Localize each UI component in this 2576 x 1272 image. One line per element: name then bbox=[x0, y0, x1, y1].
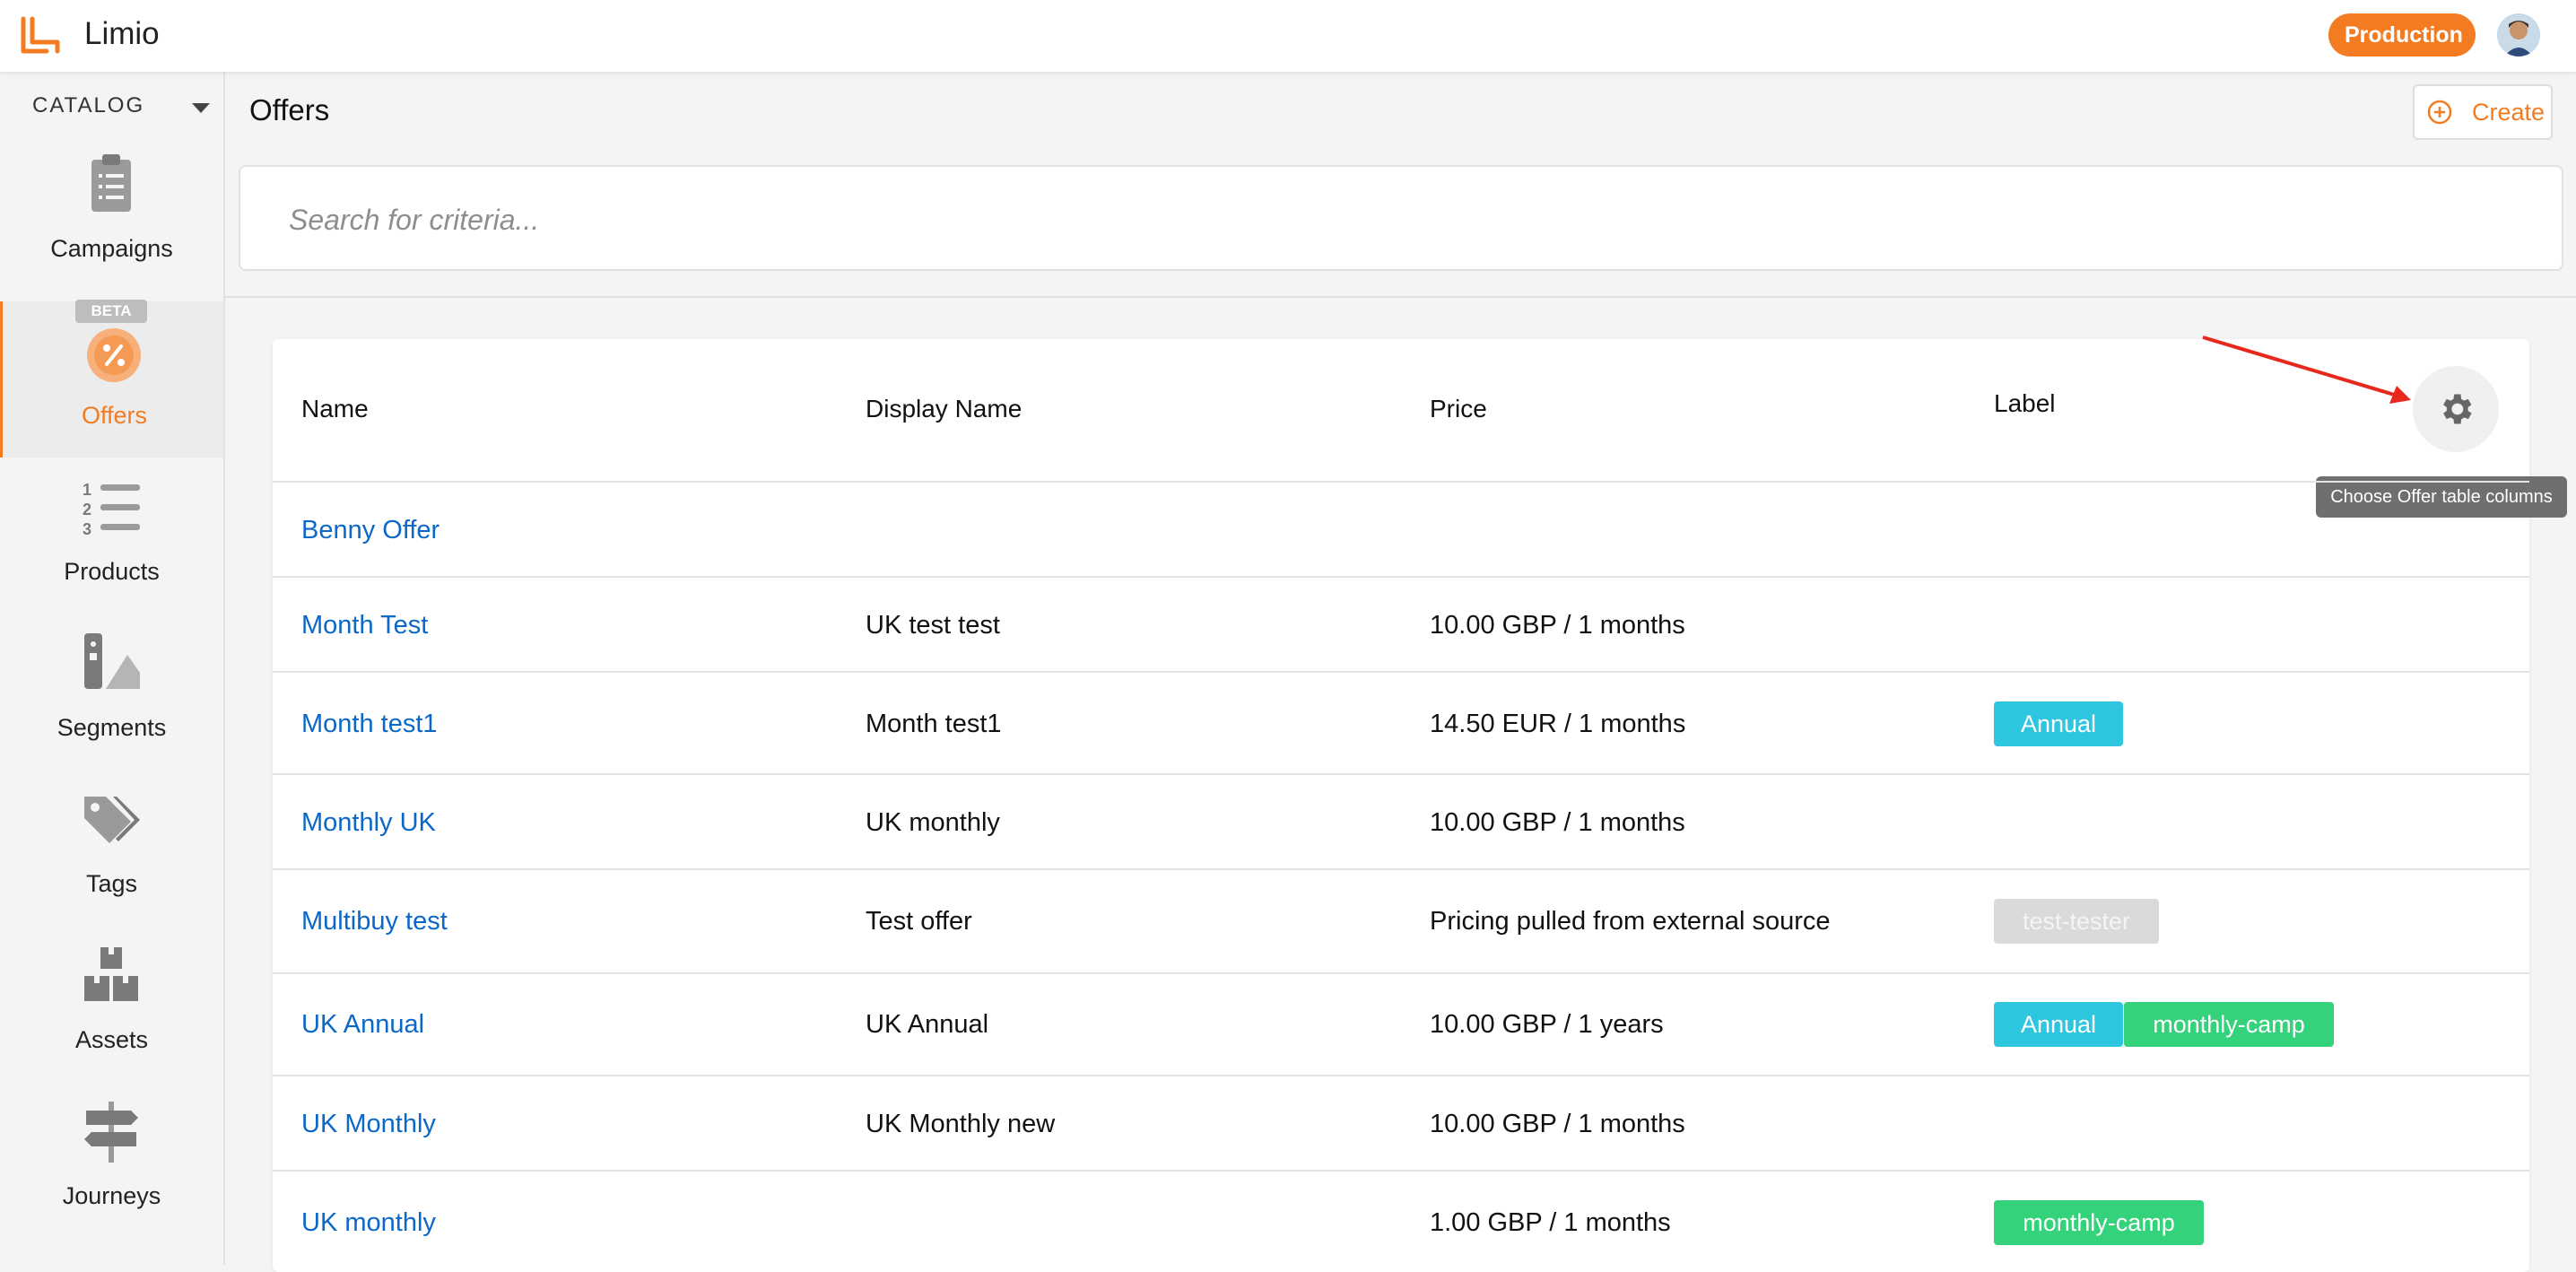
offer-display-name: UK test test bbox=[866, 611, 1000, 640]
offer-price: 10.00 GBP / 1 months bbox=[1430, 1110, 1685, 1138]
offer-price: 10.00 GBP / 1 months bbox=[1430, 808, 1685, 837]
offer-name-link[interactable]: UK Annual bbox=[301, 1010, 424, 1040]
label-tag: monthly-camp bbox=[1994, 1200, 2204, 1245]
page-title: Offers bbox=[249, 93, 330, 126]
row-divider bbox=[273, 671, 2529, 673]
offer-name-link[interactable]: Multibuy test bbox=[301, 907, 448, 937]
offers-table bbox=[273, 339, 2529, 1272]
offer-name-link[interactable]: Month Test bbox=[301, 611, 428, 640]
offer-price: 14.50 EUR / 1 months bbox=[1430, 710, 1686, 738]
row-divider bbox=[273, 1075, 2529, 1076]
sidebar-item-offers[interactable]: BETA Offers bbox=[0, 300, 223, 457]
user-avatar[interactable] bbox=[2497, 13, 2540, 57]
chevron-down-icon[interactable] bbox=[192, 103, 210, 113]
search-input[interactable] bbox=[287, 194, 2443, 246]
sidebar-item-label: Segments bbox=[57, 714, 167, 741]
row-divider bbox=[273, 576, 2529, 578]
offer-price: Pricing pulled from external source bbox=[1430, 907, 1831, 936]
offer-display-name: Month test1 bbox=[866, 710, 1002, 738]
sidebar-item-label: Assets bbox=[74, 1026, 149, 1053]
gear-icon bbox=[2443, 394, 2472, 424]
offer-name-link[interactable]: Benny Offer bbox=[301, 516, 439, 545]
limio-logo-icon[interactable] bbox=[20, 15, 66, 57]
avatar-icon bbox=[2497, 13, 2540, 57]
tag-icon bbox=[84, 797, 140, 843]
create-button[interactable]: Create bbox=[2413, 84, 2553, 140]
offer-display-name: UK Annual bbox=[866, 1010, 989, 1039]
column-header-display-name[interactable]: Display Name bbox=[866, 395, 1022, 423]
sidebar-item-segments[interactable]: Segments bbox=[0, 614, 223, 770]
swatch-icon bbox=[84, 633, 140, 689]
row-divider bbox=[273, 868, 2529, 870]
sidebar-item-label: Tags bbox=[85, 870, 138, 897]
sidebar: CATALOG Campaigns BETA Offers 1 2 3 Prod… bbox=[0, 72, 225, 1265]
offer-display-name: UK monthly bbox=[866, 808, 1000, 837]
offer-name-link[interactable]: UK monthly bbox=[301, 1208, 436, 1238]
environment-badge[interactable]: Production bbox=[2328, 13, 2476, 57]
label-tag: Annual bbox=[1994, 1002, 2123, 1047]
offer-name-link[interactable]: Month test1 bbox=[301, 710, 438, 739]
plus-circle-icon bbox=[2427, 100, 2452, 125]
boxes-icon bbox=[84, 947, 138, 1001]
column-header-price[interactable]: Price bbox=[1430, 395, 1487, 423]
sidebar-item-label: Campaigns bbox=[50, 235, 173, 262]
search-box bbox=[239, 165, 2563, 271]
offer-name-link[interactable]: Monthly UK bbox=[301, 808, 436, 838]
offer-price: 10.00 GBP / 1 months bbox=[1430, 611, 1685, 640]
clipboard-icon bbox=[91, 154, 131, 212]
create-button-label: Create bbox=[2472, 99, 2546, 126]
signpost-icon bbox=[84, 1102, 138, 1163]
offer-price: 1.00 GBP / 1 months bbox=[1430, 1208, 1671, 1237]
app-name: Limio bbox=[84, 16, 160, 51]
label-tag: test-tester bbox=[1994, 899, 2159, 944]
offer-display-name: UK Monthly new bbox=[866, 1110, 1056, 1138]
numbered-list-icon: 1 2 3 bbox=[83, 481, 140, 538]
row-divider bbox=[273, 972, 2529, 974]
sidebar-item-journeys[interactable]: Journeys bbox=[0, 1082, 223, 1238]
sidebar-item-campaigns[interactable]: Campaigns bbox=[0, 135, 223, 291]
catalog-dropdown[interactable]: CATALOG bbox=[32, 93, 144, 118]
sidebar-item-products[interactable]: 1 2 3 Products bbox=[0, 457, 223, 614]
offer-display-name: Test offer bbox=[866, 907, 972, 936]
beta-badge: BETA bbox=[75, 300, 147, 323]
label-tag: monthly-camp bbox=[2124, 1002, 2334, 1047]
sidebar-item-assets[interactable]: Assets bbox=[0, 926, 223, 1082]
column-header-name[interactable]: Name bbox=[301, 395, 369, 423]
row-divider bbox=[273, 773, 2529, 775]
offer-price: 10.00 GBP / 1 years bbox=[1430, 1010, 1664, 1039]
divider bbox=[225, 296, 2576, 298]
annotation-arrow-icon bbox=[2202, 335, 2411, 404]
percent-badge-icon bbox=[87, 328, 141, 382]
sidebar-item-label: Products bbox=[64, 558, 160, 585]
svg-text:2: 2 bbox=[83, 501, 91, 518]
sidebar-item-label: Journeys bbox=[62, 1182, 161, 1209]
offer-name-link[interactable]: UK Monthly bbox=[301, 1110, 436, 1139]
svg-text:3: 3 bbox=[83, 520, 91, 538]
row-divider bbox=[273, 1170, 2529, 1172]
row-divider bbox=[273, 481, 2529, 483]
sidebar-item-label: Offers bbox=[81, 402, 148, 429]
sidebar-item-tags[interactable]: Tags bbox=[0, 770, 223, 926]
svg-text:1: 1 bbox=[83, 481, 91, 499]
label-tag: Annual bbox=[1994, 701, 2123, 746]
column-header-label[interactable]: Label bbox=[1994, 389, 2056, 418]
top-bar: Limio Production bbox=[0, 0, 2576, 72]
